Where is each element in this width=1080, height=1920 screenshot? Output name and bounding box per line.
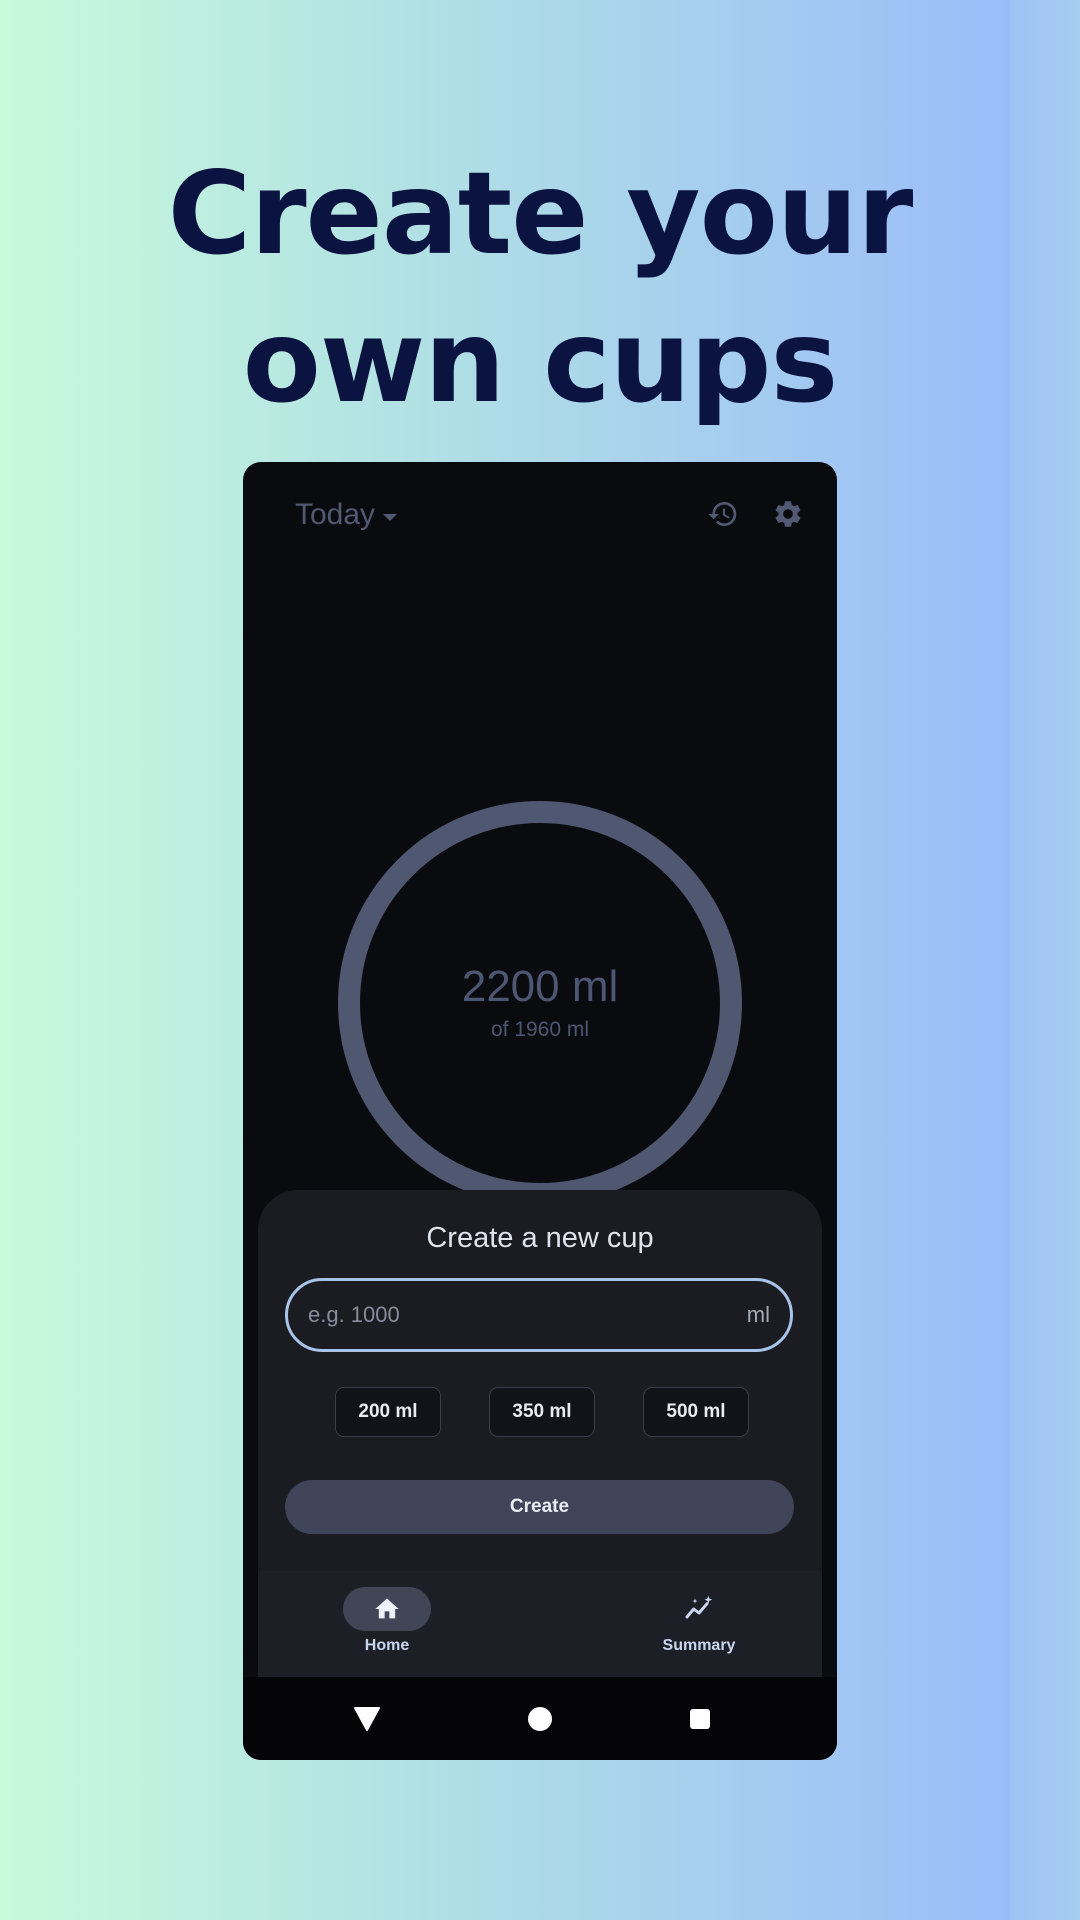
consumed-amount: 2200 ml <box>461 962 619 1011</box>
settings-button[interactable] <box>770 496 806 532</box>
nav-label-home: Home <box>364 1637 410 1654</box>
sheet-title: Create a new cup <box>426 1222 654 1254</box>
promo-headline: Create your own cups <box>0 140 1080 436</box>
bottom-navigation: Home Summary <box>258 1571 822 1677</box>
nav-item-summary[interactable]: Summary <box>624 1571 774 1677</box>
cup-amount-input[interactable]: e.g. 1000 ml <box>285 1278 793 1352</box>
history-button[interactable] <box>705 496 741 532</box>
recents-square-icon <box>690 1708 710 1729</box>
system-recents-button[interactable] <box>683 1677 717 1760</box>
date-label: Today <box>295 498 376 531</box>
summary-chart-icon <box>685 1595 713 1619</box>
history-icon <box>708 502 737 526</box>
headline-line-2: own cups <box>242 295 839 428</box>
headline-line-1: Create your <box>167 147 914 280</box>
phone-screen: Today 2200 ml of 1960 ml Create a new cu… <box>243 462 837 1760</box>
preset-chip-500[interactable]: 500 ml <box>643 1387 749 1437</box>
top-app-bar: Today <box>243 462 837 562</box>
chevron-down-icon <box>383 513 398 521</box>
amount-unit: ml <box>746 1302 770 1327</box>
system-back-button[interactable] <box>353 1677 381 1760</box>
system-navigation-bar <box>243 1677 837 1760</box>
create-button[interactable]: Create <box>285 1480 794 1534</box>
amount-placeholder: e.g. 1000 <box>308 1302 400 1327</box>
nav-label-summary: Summary <box>662 1637 736 1654</box>
nav-home-indicator <box>343 1587 431 1631</box>
daily-goal: of 1960 ml <box>490 1018 590 1041</box>
system-home-button[interactable] <box>523 1677 557 1760</box>
nav-item-home[interactable]: Home <box>343 1571 431 1677</box>
home-circle-icon <box>528 1706 552 1731</box>
settings-gear-icon <box>775 501 801 527</box>
preset-chip-350[interactable]: 350 ml <box>489 1387 595 1437</box>
back-triangle-icon <box>354 1706 380 1731</box>
preset-chip-200[interactable]: 200 ml <box>335 1387 441 1437</box>
nav-summary-indicator <box>655 1587 743 1631</box>
date-selector[interactable]: Today <box>295 498 398 532</box>
home-icon <box>375 1598 399 1619</box>
